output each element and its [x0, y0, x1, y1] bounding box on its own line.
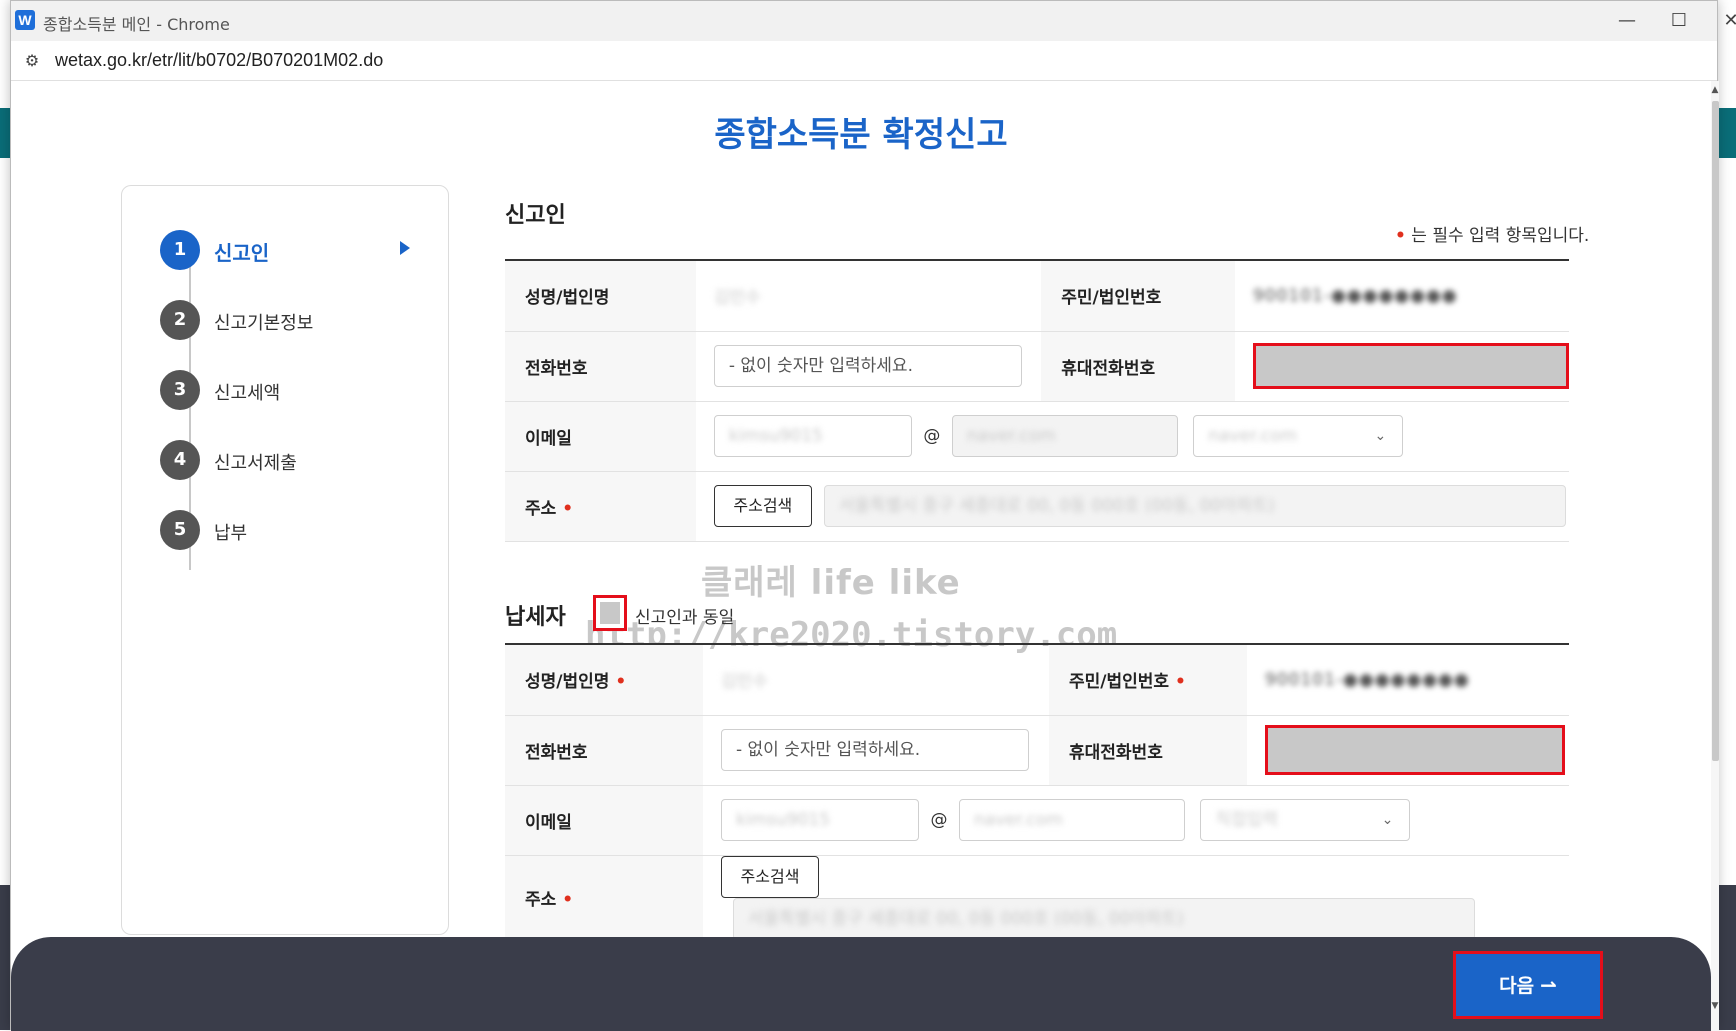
required-dot-icon: •	[615, 672, 627, 693]
scroll-down-icon[interactable]: ▼	[1711, 1001, 1719, 1013]
email-domain-input[interactable]: naver.com	[959, 799, 1185, 841]
watermark-text: 클래레 life like	[701, 563, 961, 603]
next-button-label: 다음 ⇀	[1456, 954, 1600, 1016]
taxpayer-form: 성명/법인명 • 김민수 주민/법인번호 • 900101-●●●●●●●● 전…	[505, 645, 1569, 941]
reporter-section-title: 신고인	[505, 203, 566, 228]
id-number-label: 주민/법인번호 •	[1049, 645, 1247, 716]
table-row: 성명/법인명 김민수 주민/법인번호 900101-●●●●●●●●	[505, 261, 1569, 332]
required-note: • 는 필수 입력 항목입니다.	[1395, 221, 1589, 246]
same-as-reporter-checkbox[interactable]	[593, 595, 627, 631]
id-number-value: 900101-●●●●●●●●	[1265, 669, 1470, 690]
step-number: 3	[160, 370, 200, 410]
address-search-button[interactable]: 주소검색	[713, 485, 812, 527]
address-input[interactable]: 서울특별시 중구 세종대로 00, 0동 000호 (00동, 00아파트)	[733, 897, 1475, 940]
name-value: 김민수	[721, 672, 768, 693]
steps-panel: 1 신고인 2 신고기본정보 3 신고세액 4 신고서제출 5 납부	[121, 185, 449, 935]
table-row: 주소 • 주소검색서울특별시 중구 세종대로 00, 0동 000호 (00동,…	[505, 855, 1569, 941]
step-number: 4	[160, 440, 200, 480]
title-bar: W 종합소득분 메인 - Chrome — ☐ ✕	[11, 1, 1736, 41]
table-row: 이메일 kimsu9015 @ naver.com 직접입력 ⌄	[505, 785, 1569, 856]
page-title: 종합소득분 확정신고	[714, 115, 1008, 155]
step-item-4[interactable]: 4 신고서제출	[160, 440, 430, 480]
same-as-reporter-label[interactable]: 신고인과 동일	[635, 603, 734, 628]
table-row: 성명/법인명 • 김민수 주민/법인번호 • 900101-●●●●●●●●	[505, 645, 1569, 716]
step-label: 납부	[214, 523, 248, 544]
scrollbar-thumb[interactable]	[1712, 101, 1719, 761]
at-sign: @	[923, 426, 941, 446]
table-row: 이메일 kimsu9015 @ naver.com naver.com ⌄	[505, 401, 1569, 472]
url-text[interactable]: wetax.go.kr/etr/lit/b0702/B070201M02.do	[55, 50, 383, 71]
name-value: 김민수	[713, 288, 761, 309]
taxpayer-section-title: 납세자	[505, 605, 566, 630]
name-label: 성명/법인명	[505, 261, 696, 332]
address-label: 주소 •	[505, 855, 703, 941]
wetax-app-icon: W	[15, 10, 35, 30]
address-input[interactable]: 서울특별시 중구 세종대로 00, 0동 000호 (00동, 00아파트)	[823, 485, 1566, 527]
address-search-button[interactable]: 주소검색	[721, 855, 819, 898]
scroll-up-icon[interactable]: ▲	[1711, 85, 1719, 97]
page-content: 종합소득분 확정신고 1 신고인 2 신고기본정보 3 신고세액 4 신고서제출…	[11, 81, 1711, 1031]
phone-input[interactable]: - 없이 숫자만 입력하세요.	[713, 345, 1022, 387]
background-header-strip	[1718, 108, 1736, 158]
mobile-input[interactable]	[1252, 343, 1569, 389]
step-label: 신고세액	[214, 383, 281, 404]
id-number-label: 주민/법인번호	[1041, 261, 1235, 332]
step-item-3[interactable]: 3 신고세액	[160, 370, 430, 410]
name-label: 성명/법인명 •	[505, 645, 703, 716]
step-label: 신고서제출	[214, 453, 297, 474]
phone-label: 전화번호	[505, 715, 703, 786]
step-label: 신고인	[214, 241, 270, 265]
site-settings-icon[interactable]: ⚙	[21, 50, 43, 72]
step-number: 1	[160, 230, 200, 270]
chevron-down-icon: ⌄	[1374, 428, 1387, 444]
step-item-1[interactable]: 1 신고인	[160, 230, 430, 270]
at-sign: @	[930, 810, 948, 830]
step-item-5[interactable]: 5 납부	[160, 510, 430, 550]
chevron-down-icon: ⌄	[1381, 812, 1394, 828]
mobile-label: 휴대전화번호	[1049, 715, 1247, 786]
table-row: 전화번호 - 없이 숫자만 입력하세요. 휴대전화번호	[505, 715, 1569, 786]
required-dot-icon: •	[562, 498, 574, 519]
step-number: 2	[160, 300, 200, 340]
browser-popup-window: W 종합소득분 메인 - Chrome — ☐ ✕ ⚙ wetax.go.kr/…	[10, 0, 1736, 1031]
phone-label: 전화번호	[505, 331, 696, 402]
address-bar: ⚙ wetax.go.kr/etr/lit/b0702/B070201M02.d…	[11, 41, 1717, 81]
checkbox-box	[600, 602, 620, 624]
phone-input[interactable]: - 없이 숫자만 입력하세요.	[721, 729, 1029, 771]
email-label: 이메일	[505, 401, 696, 472]
required-dot-icon: •	[1395, 226, 1406, 246]
triangle-right-icon	[400, 241, 410, 255]
background-header-strip	[0, 108, 10, 158]
email-domain-select[interactable]: 직접입력 ⌄	[1200, 799, 1411, 841]
step-label: 신고기본정보	[214, 313, 314, 334]
id-number-value: 900101-●●●●●●●●	[1252, 285, 1458, 306]
step-item-2[interactable]: 2 신고기본정보	[160, 300, 430, 340]
mobile-label: 휴대전화번호	[1041, 331, 1235, 402]
address-label: 주소 •	[505, 471, 696, 542]
maximize-icon[interactable]: ☐	[1659, 5, 1699, 37]
email-domain-input[interactable]: naver.com	[951, 415, 1178, 457]
email-id-input[interactable]: kimsu9015	[713, 415, 912, 457]
background-footer-strip	[1718, 885, 1736, 1030]
step-number: 5	[160, 510, 200, 550]
table-row: 전화번호 - 없이 숫자만 입력하세요. 휴대전화번호	[505, 331, 1569, 402]
email-label: 이메일	[505, 785, 703, 856]
reporter-form: 성명/법인명 김민수 주민/법인번호 900101-●●●●●●●● 전화번호 …	[505, 261, 1569, 542]
required-note-text: 는 필수 입력 항목입니다.	[1411, 226, 1590, 246]
mobile-input[interactable]	[1265, 725, 1565, 775]
minimize-icon[interactable]: —	[1607, 5, 1647, 37]
next-button[interactable]: 다음 ⇀	[1453, 951, 1603, 1019]
required-dot-icon: •	[1174, 672, 1186, 693]
table-row: 주소 • 주소검색 서울특별시 중구 세종대로 00, 0동 000호 (00동,…	[505, 471, 1569, 542]
arrow-right-icon: ⇀	[1540, 973, 1557, 997]
email-domain-select[interactable]: naver.com ⌄	[1193, 415, 1404, 457]
close-icon[interactable]: ✕	[1711, 5, 1736, 37]
required-dot-icon: •	[562, 890, 574, 910]
background-footer-strip	[0, 885, 10, 1030]
email-id-input[interactable]: kimsu9015	[721, 799, 919, 841]
window-title: 종합소득분 메인 - Chrome	[43, 15, 230, 34]
